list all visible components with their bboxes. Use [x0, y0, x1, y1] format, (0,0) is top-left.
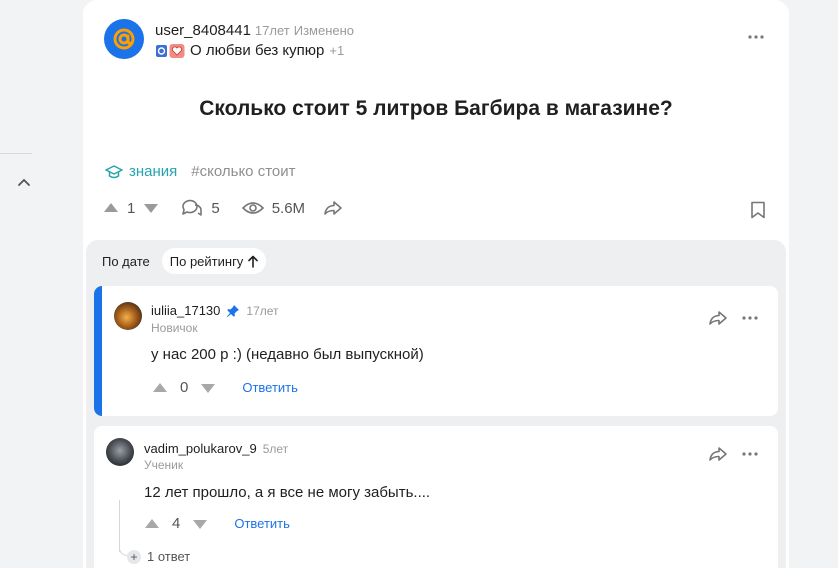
downvote-button[interactable] — [192, 518, 208, 530]
category-icons — [155, 43, 185, 59]
avatar[interactable] — [106, 438, 134, 466]
answer-share-button[interactable] — [707, 444, 729, 464]
sort-tabs: По дате По рейтингу — [94, 248, 267, 274]
topic-tag-label: знания — [129, 163, 178, 180]
answer-vote-row: 0 Ответить — [152, 379, 298, 396]
share-button[interactable] — [323, 200, 343, 216]
mail-at-icon — [113, 28, 135, 50]
question-more-button[interactable] — [745, 29, 767, 45]
answer-author-row: vadim_polukarov_9 5лет — [144, 441, 288, 456]
arrow-down-icon — [144, 204, 159, 213]
answer-rank: Ученик — [144, 458, 184, 472]
question-title: Сколько стоит 5 литров Багбира в магазин… — [199, 97, 673, 120]
arrow-up-icon — [248, 255, 259, 268]
reply-button[interactable]: Ответить — [234, 516, 290, 531]
bookmark-button[interactable] — [750, 201, 766, 224]
author-avatar[interactable] — [104, 19, 144, 59]
expand-replies-button[interactable]: + 1 ответ — [127, 549, 190, 564]
sort-by-date[interactable]: По дате — [94, 248, 158, 274]
hashtag[interactable]: #сколько стоит — [191, 163, 295, 180]
post-time: 17лет — [254, 23, 290, 38]
edited-label: Изменено — [293, 23, 355, 38]
upvote-button[interactable] — [103, 202, 119, 214]
heart-icon — [169, 43, 185, 58]
topic-tag[interactable]: знания — [105, 163, 177, 180]
comment-icon — [182, 199, 203, 216]
answer-card: iuliia_17130 17лет Новичок у нас 200 р :… — [94, 286, 778, 416]
share-icon — [709, 311, 727, 325]
likes-count: 1 — [127, 199, 136, 217]
answer-author-row: iuliia_17130 17лет — [151, 303, 279, 318]
thread-line — [119, 500, 120, 552]
arrow-up-icon — [104, 203, 118, 212]
eye-icon — [241, 202, 264, 214]
replies-count: 1 ответ — [147, 549, 191, 564]
mortarboard-icon — [105, 164, 123, 178]
answer-votes: 0 — [180, 379, 189, 396]
collapse-button[interactable] — [14, 172, 34, 192]
share-icon — [324, 201, 342, 215]
answer-text: у нас 200 р :) (недавно был выпускной) — [151, 346, 424, 363]
arrow-down-icon — [193, 519, 208, 529]
more-icon — [742, 452, 758, 456]
arrow-down-icon — [201, 383, 216, 393]
left-rail — [0, 0, 70, 568]
views-count: 5.6M — [271, 199, 306, 217]
chevron-up-icon — [18, 178, 30, 186]
downvote-button[interactable] — [200, 382, 216, 394]
answer-author[interactable]: vadim_polukarov_9 — [144, 441, 257, 456]
sort-by-date-label: По дате — [102, 253, 150, 269]
sort-by-rating[interactable]: По рейтингу — [161, 248, 267, 274]
upvote-button[interactable] — [144, 518, 160, 530]
answer-share-button[interactable] — [707, 308, 729, 328]
more-icon — [748, 35, 764, 39]
share-icon — [709, 447, 727, 461]
answer-time: 5лет — [262, 441, 289, 456]
views-group: 5.6M — [241, 199, 306, 217]
downvote-button[interactable] — [143, 202, 159, 214]
mail-category-icon — [156, 44, 167, 57]
tags-row: знания #сколько стоит — [105, 163, 295, 180]
divider — [0, 153, 32, 154]
answer-rank: Новичок — [151, 321, 198, 335]
avatar[interactable] — [114, 302, 142, 330]
category-extra[interactable]: +1 — [329, 43, 344, 58]
stats-row: 1 5 5.6M — [103, 199, 343, 217]
sort-by-rating-label: По рейтингу — [169, 253, 244, 269]
bookmark-icon — [751, 201, 765, 219]
answer-time: 17лет — [246, 303, 279, 318]
answer-card: vadim_polukarov_9 5лет Ученик 12 лет про… — [94, 426, 778, 568]
author-name[interactable]: user_8408441 — [155, 22, 251, 39]
category-label[interactable]: О любви без купюр — [190, 42, 324, 59]
more-icon — [742, 316, 758, 320]
answer-votes: 4 — [172, 515, 181, 532]
author-row: user_8408441 17лет Изменено — [155, 22, 354, 39]
arrow-up-icon — [145, 518, 159, 528]
reply-button[interactable]: Ответить — [242, 380, 298, 395]
answer-vote-row: 4 Ответить — [144, 515, 290, 532]
best-answer-bar — [94, 286, 102, 416]
comments-group[interactable]: 5 — [181, 199, 220, 217]
plus-icon: + — [127, 549, 141, 564]
comments-count: 5 — [211, 199, 220, 217]
answer-more-button[interactable] — [739, 310, 761, 326]
answer-text: 12 лет прошло, а я все не могу забыть...… — [144, 484, 431, 501]
upvote-button[interactable] — [152, 382, 168, 394]
answer-more-button[interactable] — [739, 446, 761, 462]
pin-icon — [227, 304, 240, 317]
arrow-up-icon — [153, 382, 167, 392]
answer-author[interactable]: iuliia_17130 — [151, 303, 220, 318]
vote-group: 1 — [103, 200, 159, 217]
category-row: О любви без купюр +1 — [155, 42, 344, 59]
